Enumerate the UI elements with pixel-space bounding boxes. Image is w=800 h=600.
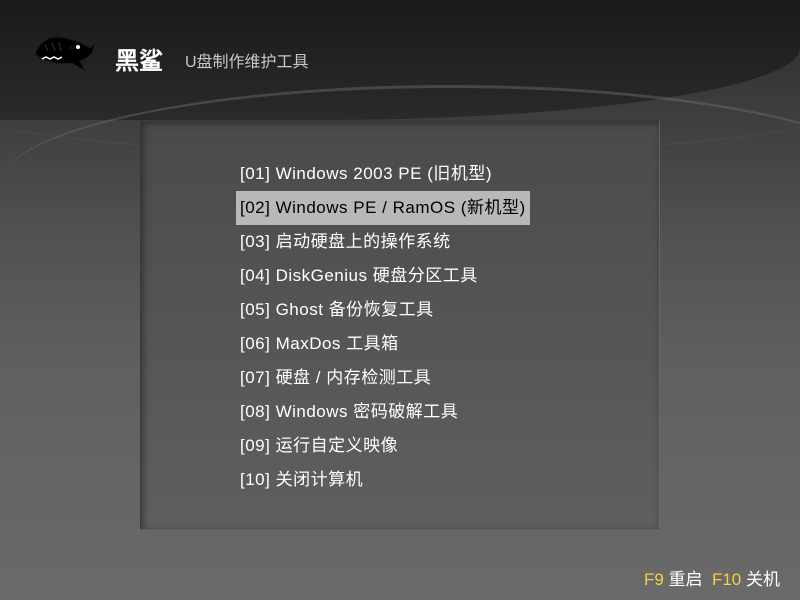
brand-name: 黑鲨 xyxy=(115,41,163,76)
menu-item-06[interactable]: [06] MaxDos 工具箱 xyxy=(236,327,403,361)
f9-key[interactable]: F9 xyxy=(644,570,664,589)
menu-item-05[interactable]: [05] Ghost 备份恢复工具 xyxy=(236,293,438,327)
menu-item-01[interactable]: [01] Windows 2003 PE (旧机型) xyxy=(236,157,496,191)
subtitle: U盘制作维护工具 xyxy=(185,48,309,72)
menu-item-04[interactable]: [04] DiskGenius 硬盘分区工具 xyxy=(236,259,482,293)
menu-item-08[interactable]: [08] Windows 密码破解工具 xyxy=(236,395,462,429)
menu-item-07[interactable]: [07] 硬盘 / 内存检测工具 xyxy=(236,361,435,395)
menu-item-03[interactable]: [03] 启动硬盘上的操作系统 xyxy=(236,225,455,259)
logo-container: 黑鲨 U盘制作维护工具 xyxy=(30,18,309,78)
menu-item-10[interactable]: [10] 关闭计算机 xyxy=(236,463,367,497)
f9-label: 重启 xyxy=(669,570,703,589)
menu-item-02[interactable]: [02] Windows PE / RamOS (新机型) xyxy=(236,191,530,225)
shark-logo-icon xyxy=(30,23,100,78)
footer-hotkeys: F9 重启 F10 关机 xyxy=(644,565,780,590)
menu-item-09[interactable]: [09] 运行自定义映像 xyxy=(236,429,402,463)
boot-menu-panel: [01] Windows 2003 PE (旧机型) [02] Windows … xyxy=(140,120,660,530)
f10-key[interactable]: F10 xyxy=(712,570,741,589)
header: 黑鲨 U盘制作维护工具 xyxy=(0,0,800,95)
f10-label: 关机 xyxy=(746,570,780,589)
